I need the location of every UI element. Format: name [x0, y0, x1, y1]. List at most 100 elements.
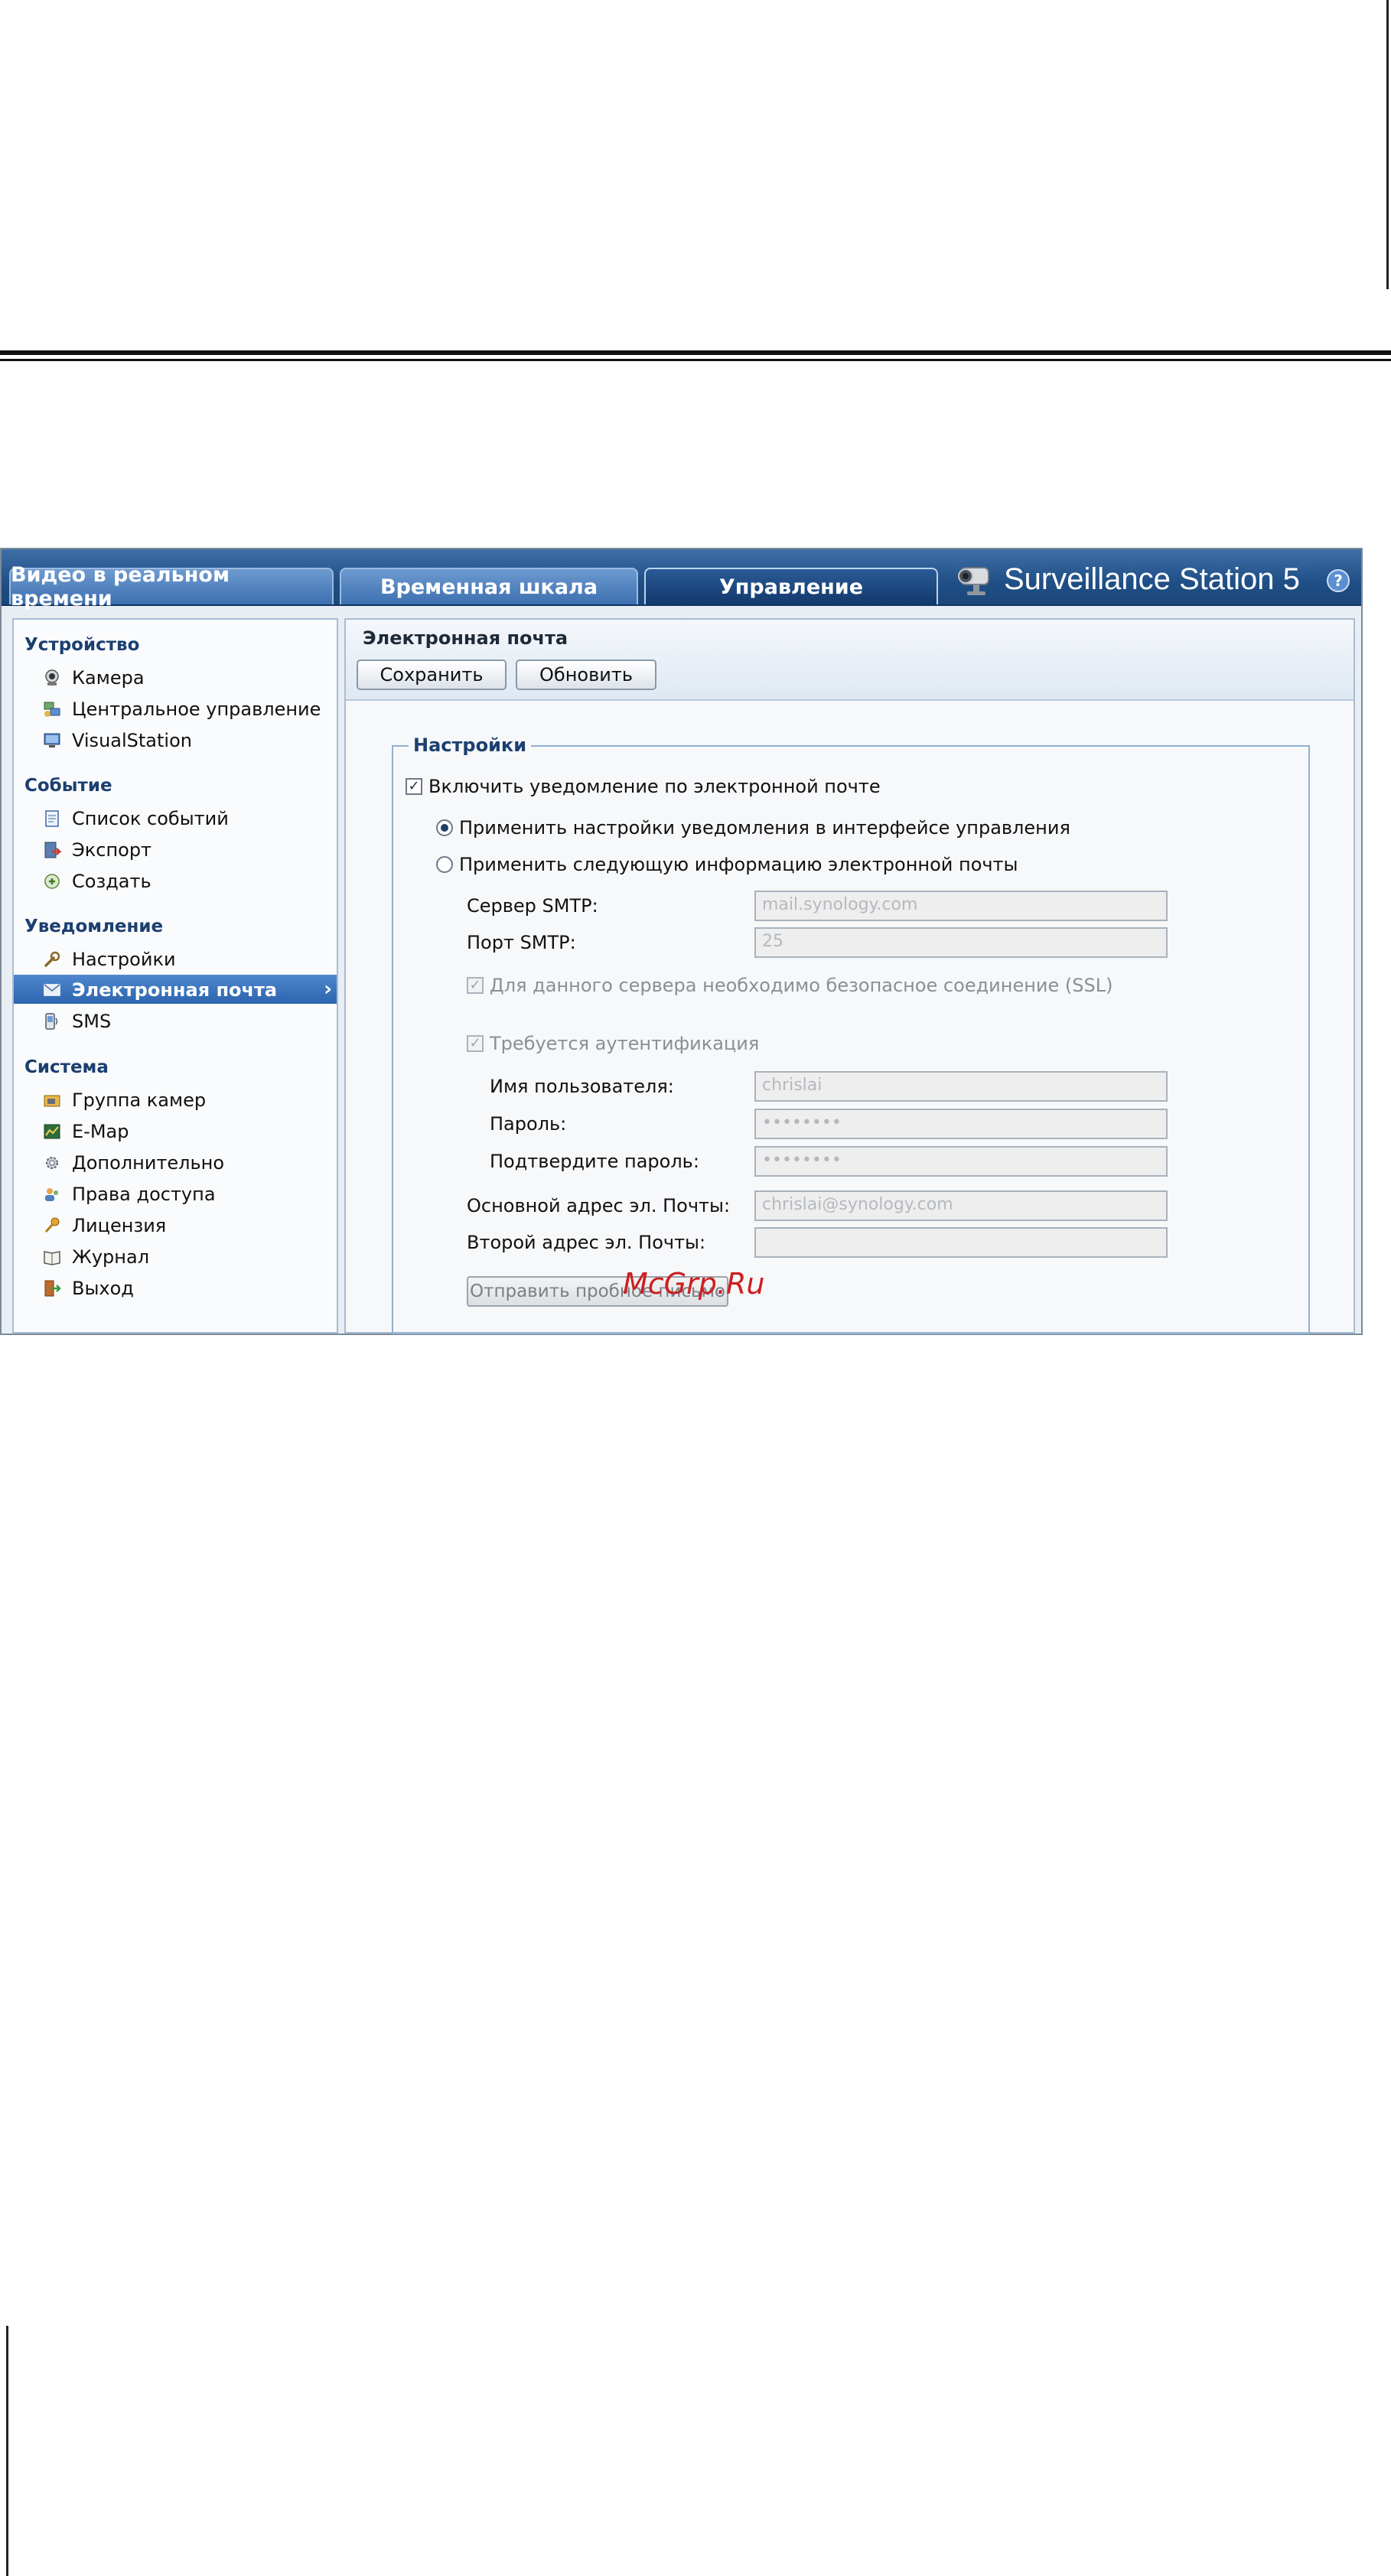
sidebar-item-license[interactable]: Лицензия: [14, 1210, 337, 1239]
use-ui-settings-radio[interactable]: [436, 819, 453, 836]
export-icon: [44, 842, 61, 858]
secondary-email-label: Второй адрес эл. Почты:: [467, 1232, 706, 1253]
sidebar-item-label: Лицензия: [72, 1215, 167, 1236]
sidebar-item-privileges[interactable]: Права доступа: [14, 1179, 337, 1208]
sidebar-item-label: Журнал: [72, 1246, 150, 1268]
surveillance-station-window: Видео в реальном времени Временная шкала…: [0, 548, 1363, 1335]
sidebar-item-label: Создать: [72, 871, 151, 892]
camera-icon: [45, 669, 59, 686]
sidebar-item-cms[interactable]: Центральное управление: [14, 694, 337, 723]
tab-timeline[interactable]: Временная шкала: [340, 568, 638, 604]
help-button[interactable]: ?: [1327, 569, 1350, 592]
sidebar-item-advanced[interactable]: Дополнительно: [14, 1148, 337, 1177]
sidebar-item-create[interactable]: Создать: [14, 866, 337, 895]
key-icon: [44, 1217, 60, 1233]
sidebar-item-label: Выход: [72, 1278, 134, 1299]
primary-email-input[interactable]: chrislai@synology.com: [754, 1190, 1168, 1221]
sidebar-item-label: VisualStation: [72, 730, 192, 751]
username-input[interactable]: chrislai: [754, 1071, 1168, 1102]
users-icon: [45, 1188, 58, 1201]
sidebar-item-emap[interactable]: E-Map: [14, 1116, 337, 1145]
sidebar-item-label: Группа камер: [72, 1089, 207, 1111]
content-panel: Электронная почта Сохранить Обновить Нас…: [344, 618, 1355, 1334]
smtp-port-input[interactable]: 25: [754, 927, 1168, 958]
page-border-line-bottom: [6, 2326, 8, 2576]
surveillance-camera-icon: [958, 567, 989, 595]
smtp-server-label: Сервер SMTP:: [467, 895, 598, 917]
secondary-email-input[interactable]: [754, 1227, 1168, 1258]
sidebar-item-label: Камера: [72, 667, 145, 689]
watermark: McGrp.Ru: [623, 1267, 765, 1301]
camera-group-icon: [44, 1095, 60, 1107]
page-border-line: [1386, 0, 1389, 289]
fieldset-title: Настройки: [409, 734, 532, 756]
enable-email-row: ✓ Включить уведомление по электронной по…: [406, 776, 881, 797]
cms-icon: [44, 702, 60, 717]
ssl-checkbox[interactable]: ✓: [467, 977, 484, 994]
chevron-right-icon: ›: [324, 978, 332, 1001]
wrench-icon: [44, 951, 60, 967]
sidebar-item-label: Настройки: [72, 949, 176, 970]
sidebar-item-label: SMS: [72, 1011, 112, 1032]
sidebar-item-event-list[interactable]: Список событий: [14, 803, 337, 832]
auth-label: Требуется аутентификация: [490, 1033, 760, 1054]
password-input[interactable]: ••••••••: [754, 1109, 1168, 1139]
envelope-icon: [44, 984, 60, 996]
username-label: Имя пользователя:: [490, 1076, 674, 1097]
ssl-row: ✓ Для данного сервера необходимо безопас…: [467, 975, 1112, 996]
sidebar-item-email[interactable]: Электронная почта ›: [14, 975, 337, 1004]
event-list-icon: [45, 810, 59, 827]
map-icon: [44, 1124, 60, 1139]
sidebar-item-export[interactable]: Экспорт: [14, 835, 337, 864]
password-confirm-input[interactable]: ••••••••: [754, 1146, 1168, 1177]
use-custom-settings-label: Применить следующую информацию электронн…: [459, 854, 1018, 875]
sidebar-item-label: Список событий: [72, 808, 229, 829]
page-title: Электронная почта: [363, 627, 568, 649]
sidebar-item-label: Дополнительно: [72, 1152, 225, 1174]
radio-use-custom-row: Применить следующую информацию электронн…: [436, 854, 1018, 875]
sidebar-item-sms[interactable]: SMS: [14, 1006, 337, 1035]
sidebar-item-camera[interactable]: Камера: [14, 663, 337, 692]
enable-email-label: Включить уведомление по электронной почт…: [428, 776, 881, 797]
visualstation-icon: [44, 733, 60, 747]
smtp-server-input[interactable]: mail.synology.com: [754, 891, 1168, 921]
use-custom-settings-radio[interactable]: [436, 856, 453, 873]
enable-email-checkbox[interactable]: ✓: [406, 778, 422, 795]
sidebar-item-label: Экспорт: [72, 839, 152, 861]
radio-use-ui-row: Применить настройки уведомления в интерф…: [436, 817, 1070, 839]
sidebar-item-log[interactable]: Журнал: [14, 1242, 337, 1271]
brand-logo: Surveillance Station 5: [950, 555, 1300, 603]
tab-management[interactable]: Управление: [644, 568, 938, 604]
password-label: Пароль:: [490, 1113, 567, 1135]
save-button[interactable]: Сохранить: [357, 659, 507, 690]
sidebar-item-settings[interactable]: Настройки: [14, 944, 337, 973]
page-divider-rule: [0, 350, 1391, 355]
sidebar-item-label: Центральное управление: [72, 699, 321, 720]
smtp-port-label: Порт SMTP:: [467, 932, 576, 953]
sidebar-item-label: Права доступа: [72, 1184, 216, 1205]
sidebar-section-notification: Уведомление: [24, 917, 164, 936]
sidebar-item-label: Электронная почта: [72, 979, 278, 1001]
use-ui-settings-label: Применить настройки уведомления в интерф…: [459, 817, 1070, 839]
sidebar-section-system: Система: [24, 1057, 109, 1077]
auth-checkbox[interactable]: ✓: [467, 1035, 484, 1052]
sidebar-item-camera-group[interactable]: Группа камер: [14, 1085, 337, 1114]
sidebar-section-event: Событие: [24, 776, 112, 796]
refresh-button[interactable]: Обновить: [516, 659, 656, 690]
top-navigation-bar: Видео в реальном времени Временная шкала…: [2, 549, 1361, 611]
gear-icon: [46, 1157, 58, 1169]
password-confirm-label: Подтвердите пароль:: [490, 1151, 699, 1172]
auth-row: ✓ Требуется аутентификация: [467, 1033, 759, 1054]
sidebar-item-logout[interactable]: Выход: [14, 1273, 337, 1302]
tab-live-view[interactable]: Видео в реальном времени: [9, 563, 334, 611]
content-header: Электронная почта Сохранить Обновить: [346, 620, 1354, 701]
logout-icon: [44, 1280, 61, 1297]
settings-fieldset: Настройки ✓ Включить уведомление по элек…: [392, 734, 1310, 1334]
phone-icon: [45, 1013, 58, 1030]
sidebar-item-label: E-Map: [72, 1121, 129, 1142]
book-icon: [44, 1251, 60, 1265]
create-icon: [44, 874, 60, 889]
sidebar-item-visualstation[interactable]: VisualStation: [14, 725, 337, 754]
ssl-label: Для данного сервера необходимо безопасно…: [490, 975, 1113, 996]
sidebar-section-device: Устройство: [24, 635, 140, 655]
